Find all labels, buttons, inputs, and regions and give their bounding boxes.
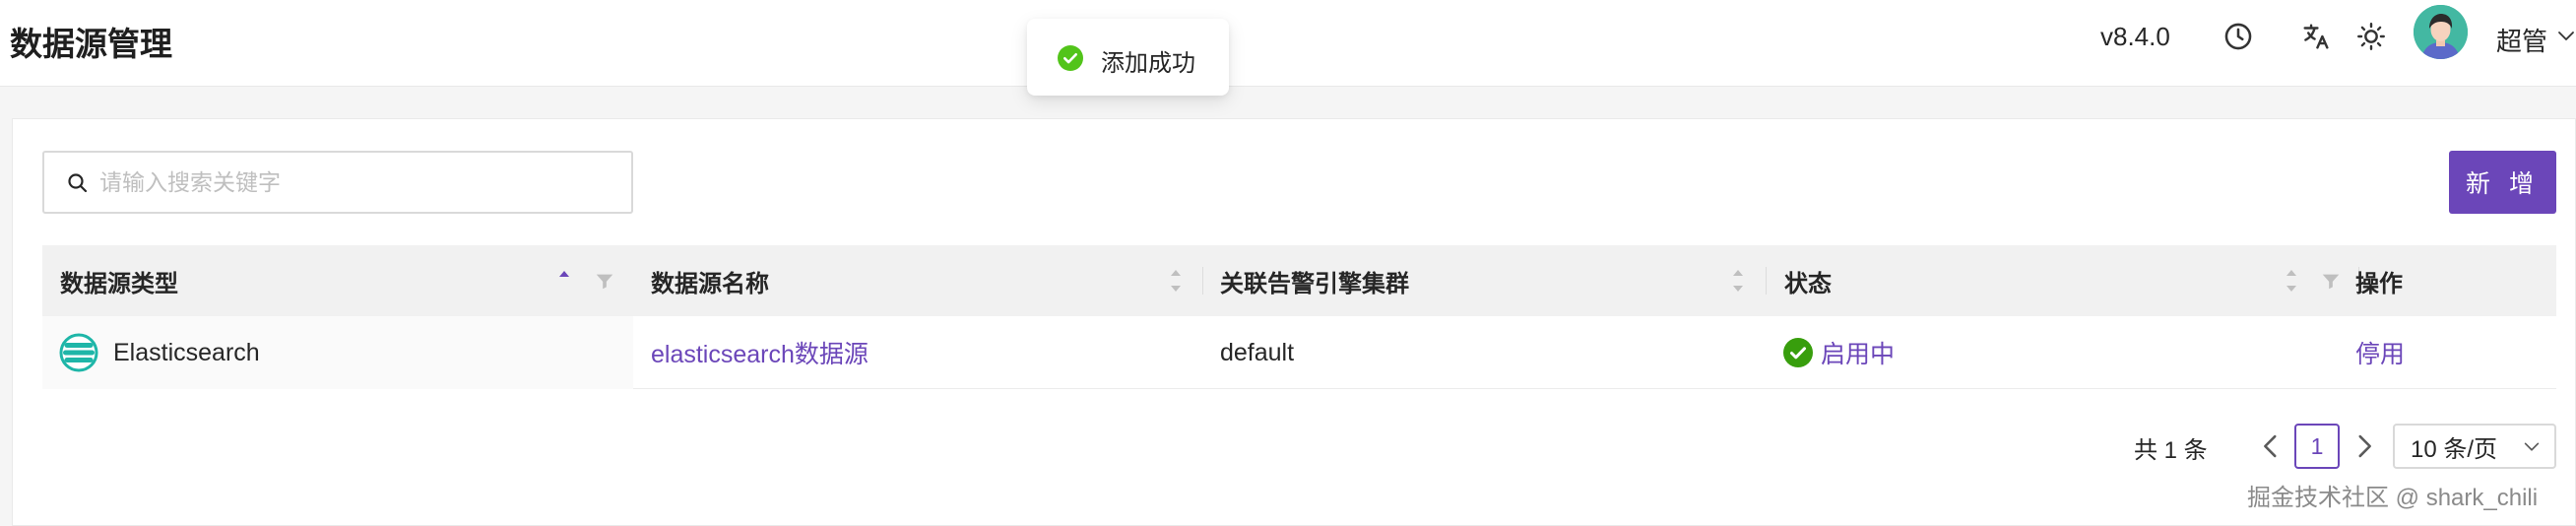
sun-icon[interactable]	[2354, 20, 2388, 53]
datasource-type: Elasticsearch	[113, 338, 260, 366]
filter-icon[interactable]	[594, 270, 615, 292]
datasource-name-link[interactable]: elasticsearch数据源	[651, 316, 869, 389]
toast-message: 添加成功	[1101, 50, 1195, 77]
sort-icon[interactable]	[1168, 265, 1184, 296]
top-header: 数据源管理 v8.4.0 超管	[0, 0, 2576, 87]
column-divider	[1766, 267, 1767, 295]
add-button[interactable]: 新 增	[2449, 151, 2556, 214]
chevron-down-icon[interactable]	[2554, 25, 2576, 48]
page-size-label: 10 条/页	[2411, 435, 2498, 463]
status-cell: 启用中	[1782, 316, 1895, 389]
check-circle-icon	[1058, 45, 1083, 71]
chevron-left-icon[interactable]	[2254, 429, 2287, 463]
search-box[interactable]	[42, 151, 633, 214]
table-row: Elasticsearch elasticsearch数据源 default 启…	[42, 316, 2556, 389]
cluster-name: default	[1220, 338, 1295, 366]
column-header-status[interactable]: 状态	[1784, 245, 1832, 316]
column-header-label: 操作	[2355, 270, 2403, 297]
avatar[interactable]	[2414, 5, 2468, 59]
success-toast: 添加成功	[1027, 19, 1229, 96]
table-header: 数据源类型 数据源名称 关联告警引擎集群 状态 操作	[42, 245, 2556, 316]
translate-icon[interactable]	[2299, 20, 2333, 53]
check-circle-icon	[1783, 338, 1813, 367]
status-label: 启用中	[1821, 341, 1896, 368]
sort-icon[interactable]	[2284, 265, 2299, 296]
page-title: 数据源管理	[10, 26, 172, 62]
column-header-label: 数据源类型	[60, 270, 178, 297]
clock-icon[interactable]	[2222, 20, 2255, 53]
version-label: v8.4.0	[2100, 22, 2170, 51]
cell-type: Elasticsearch	[59, 316, 260, 389]
page-size-select[interactable]: 10 条/页	[2393, 424, 2556, 469]
column-header-label: 关联告警引擎集群	[1220, 270, 1409, 297]
sort-ascending-icon[interactable]	[556, 265, 572, 296]
column-divider	[1202, 267, 1203, 295]
total-count: 共 1 条	[2134, 437, 2208, 464]
column-header-action: 操作	[2355, 245, 2403, 316]
username[interactable]: 超管	[2496, 22, 2547, 58]
disable-action-link[interactable]: 停用	[2355, 316, 2405, 389]
chevron-down-icon	[2524, 442, 2540, 451]
column-header-label: 数据源名称	[651, 270, 769, 297]
column-header-label: 状态	[1784, 270, 1832, 297]
watermark-text: 掘金技术社区 @ shark_chili	[2247, 485, 2539, 511]
search-input[interactable]	[99, 161, 612, 204]
chevron-right-icon[interactable]	[2348, 429, 2381, 463]
column-header-type[interactable]: 数据源类型	[60, 245, 178, 316]
elasticsearch-logo-icon	[59, 333, 98, 372]
avatar-illustration-icon	[2414, 5, 2468, 59]
search-icon	[68, 173, 88, 193]
column-header-name[interactable]: 数据源名称	[651, 245, 769, 316]
column-header-cluster[interactable]: 关联告警引擎集群	[1220, 245, 1409, 316]
filter-icon[interactable]	[2320, 270, 2342, 292]
page-number-button[interactable]: 1	[2294, 424, 2340, 469]
sort-icon[interactable]	[1730, 265, 1746, 296]
